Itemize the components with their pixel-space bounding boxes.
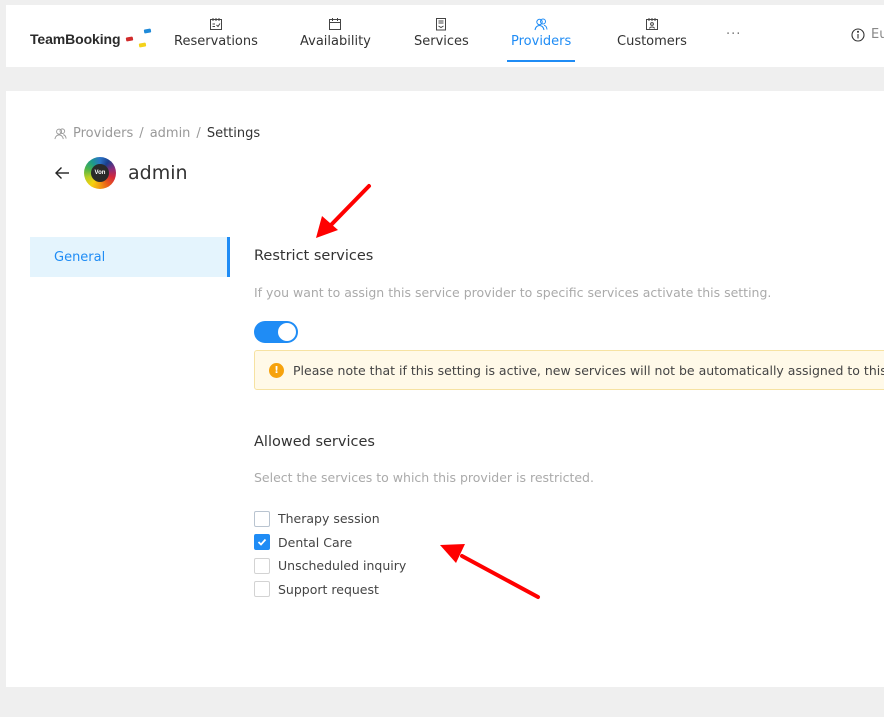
service-label: Support request xyxy=(278,581,379,597)
breadcrumb-admin[interactable]: admin xyxy=(150,126,191,141)
info-label: Eu xyxy=(871,27,884,42)
warning-alert: ! Please note that if this setting is ac… xyxy=(254,350,884,390)
service-dental-care[interactable]: Dental Care xyxy=(254,531,406,555)
top-navigation-bar: TeamBooking Reservations Availability Se… xyxy=(6,5,884,67)
restrict-services-toggle[interactable] xyxy=(254,321,298,343)
breadcrumb-separator: / xyxy=(139,126,144,141)
nav-item-customers[interactable]: Customers xyxy=(617,5,687,67)
nav-item-services[interactable]: Services xyxy=(414,5,469,67)
restrict-services-description: If you want to assign this service provi… xyxy=(254,285,772,300)
breadcrumb-separator: / xyxy=(196,126,201,141)
service-support-request[interactable]: Support request xyxy=(254,578,406,602)
settings-panel: Providers / admin / Settings Von admin G… xyxy=(6,91,884,687)
breadcrumb: Providers / admin / Settings xyxy=(54,126,260,141)
nav-label: Availability xyxy=(300,34,371,49)
checkbox[interactable] xyxy=(254,557,270,574)
avatar: Von xyxy=(84,157,116,189)
allowed-services-list: Therapy session Dental Care Unscheduled … xyxy=(254,507,406,601)
checkbox-checked[interactable] xyxy=(254,534,270,551)
warning-icon: ! xyxy=(269,362,284,378)
active-tab-indicator xyxy=(507,60,576,62)
toggle-knob xyxy=(278,323,296,341)
sidebar-item-general[interactable]: General xyxy=(30,237,230,277)
more-menu-button[interactable]: ··· xyxy=(726,27,741,42)
calendar-user-icon xyxy=(645,18,658,30)
document-icon xyxy=(436,18,447,31)
brand-name[interactable]: TeamBooking xyxy=(30,31,121,47)
page-header: Von admin xyxy=(54,157,188,189)
brand-logo-icon xyxy=(124,27,154,49)
alert-text: Please note that if this setting is acti… xyxy=(293,362,884,378)
service-label: Unscheduled inquiry xyxy=(278,558,407,574)
nav-label: Providers xyxy=(511,34,572,49)
service-label: Therapy session xyxy=(278,511,380,527)
nav-label: Reservations xyxy=(174,34,258,49)
info-menu[interactable]: Eu xyxy=(851,27,884,42)
page-title: admin xyxy=(128,162,188,184)
restrict-services-title: Restrict services xyxy=(254,248,374,264)
nav-item-reservations[interactable]: Reservations xyxy=(174,5,258,67)
checkmark-icon xyxy=(257,539,267,547)
nav-item-availability[interactable]: Availability xyxy=(300,5,371,67)
nav-label: Services xyxy=(414,34,469,49)
allowed-services-description: Select the services to which this provid… xyxy=(254,470,594,485)
arrow-left-icon[interactable] xyxy=(54,165,70,181)
nav-label: Customers xyxy=(617,34,687,49)
service-therapy-session[interactable]: Therapy session xyxy=(254,507,406,531)
calendar-icon xyxy=(329,18,342,30)
nav-item-providers[interactable]: Providers xyxy=(507,5,576,67)
avatar-text: Von xyxy=(91,164,109,182)
calendar-check-icon xyxy=(209,18,222,30)
breadcrumb-providers[interactable]: Providers xyxy=(73,126,133,141)
service-unscheduled-inquiry[interactable]: Unscheduled inquiry xyxy=(254,554,406,578)
users-icon xyxy=(54,128,67,140)
users-icon xyxy=(534,18,548,31)
allowed-services-title: Allowed services xyxy=(254,434,375,450)
service-label: Dental Care xyxy=(278,534,353,550)
breadcrumb-settings: Settings xyxy=(206,126,261,141)
info-icon xyxy=(851,27,865,42)
checkbox[interactable] xyxy=(254,510,270,527)
checkbox[interactable] xyxy=(254,581,270,598)
